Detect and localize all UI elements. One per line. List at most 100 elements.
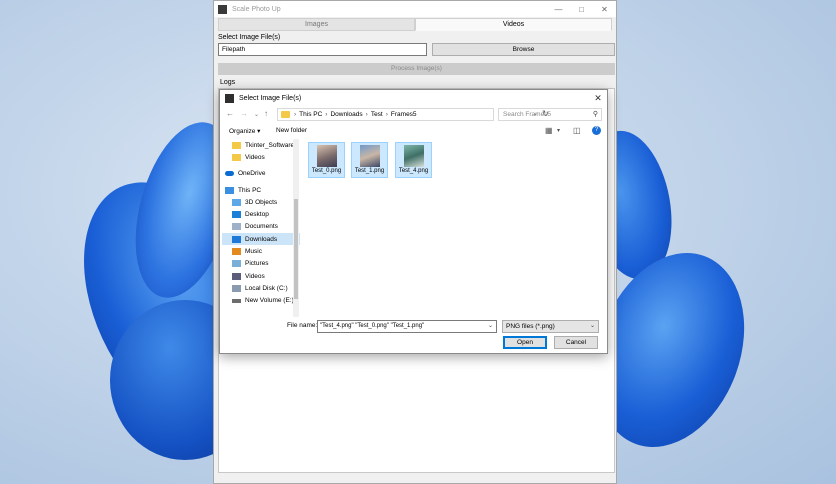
file-name-value: "Test_4.png" "Test_0.png" "Test_1.png" (320, 323, 425, 329)
navigation-bar: ← → ⌄ ↑ › This PC › Downloads › Test › F… (220, 107, 607, 122)
nav-item-label: 3D Objects (245, 198, 278, 206)
breadcrumb-test[interactable]: Test (371, 111, 383, 118)
nav-item-pictures[interactable]: Pictures (222, 258, 300, 270)
nav-item-3d-objects[interactable]: 3D Objects (222, 196, 300, 208)
breadcrumb-separator: › (294, 111, 297, 118)
app-icon (218, 4, 227, 14)
documents-icon (232, 223, 241, 231)
forward-arrow-icon[interactable]: → (240, 109, 248, 118)
select-files-label: Select Image File(s) (218, 34, 281, 41)
search-icon: ⚲ (592, 111, 598, 118)
file-type-select[interactable]: PNG files (*.png) ⌄ (502, 320, 599, 333)
app-title: Scale Photo Up (232, 5, 281, 13)
nav-item-label: Local Disk (C:) (245, 284, 288, 292)
dialog-title: Select Image File(s) (239, 94, 302, 102)
dialog-close-icon[interactable]: ✕ (589, 93, 607, 104)
file-type-value: PNG files (*.png) (506, 323, 555, 330)
organize-button[interactable]: Organize ▾ (229, 127, 260, 135)
drive-icon (232, 298, 241, 303)
app-bottom-strip (214, 475, 616, 484)
nav-item-videos-folder[interactable]: Videos (222, 151, 300, 163)
dialog-titlebar: Select Image File(s) ✕ (220, 90, 607, 106)
app-titlebar: Scale Photo Up — □ ✕ (214, 1, 616, 17)
process-images-button[interactable]: Process Image(s) (218, 63, 615, 75)
navigation-pane: Tkinter_Software Videos OneDrive This PC… (222, 139, 300, 317)
help-icon[interactable]: ? (592, 126, 601, 135)
desktop-icon (232, 211, 241, 219)
nav-item-tkinter-software[interactable]: Tkinter_Software (222, 139, 300, 151)
file-item[interactable]: Test_1.png (351, 142, 388, 178)
view-options-icon[interactable]: ▦ (545, 126, 553, 135)
up-arrow-icon[interactable]: ↑ (264, 109, 268, 118)
disk-icon (232, 284, 241, 292)
nav-item-label: New Volume (E:) (245, 297, 294, 305)
minimize-icon[interactable]: — (547, 5, 570, 14)
nav-item-label: Tkinter_Software (245, 141, 295, 149)
computer-icon (225, 186, 234, 194)
logs-label: Logs (220, 79, 236, 86)
nav-item-this-pc[interactable]: This PC (222, 184, 300, 196)
close-icon[interactable]: ✕ (593, 5, 616, 14)
nav-item-local-disk[interactable]: Local Disk (C:) (222, 282, 300, 294)
search-input[interactable]: Search Frames5 (498, 108, 602, 121)
nav-item-music[interactable]: Music (222, 245, 300, 257)
file-item[interactable]: Test_0.png (308, 142, 345, 178)
address-bar[interactable]: › This PC › Downloads › Test › Frames5 ⌄… (277, 108, 549, 121)
videos-icon (232, 272, 241, 280)
chevron-down-icon[interactable]: ⌄ (590, 321, 595, 332)
nav-item-label: Videos (245, 272, 265, 280)
nav-item-desktop[interactable]: Desktop (222, 208, 300, 220)
breadcrumb-frames5[interactable]: Frames5 (391, 111, 417, 118)
dialog-app-icon (225, 93, 234, 103)
back-arrow-icon[interactable]: ← (226, 109, 234, 118)
maximize-icon[interactable]: □ (570, 5, 593, 14)
nav-item-label: Downloads (245, 235, 278, 243)
nav-item-label: Pictures (245, 260, 269, 268)
file-dialog: Select Image File(s) ✕ ← → ⌄ ↑ › This PC… (219, 89, 608, 354)
music-icon (232, 248, 241, 256)
folder-icon (232, 141, 241, 149)
new-folder-button[interactable]: New folder (276, 127, 307, 134)
nav-item-documents[interactable]: Documents (222, 221, 300, 233)
filepath-input[interactable]: Filepath (218, 43, 427, 56)
nav-item-label: Music (245, 248, 262, 256)
recent-chevron-icon[interactable]: ⌄ (254, 111, 259, 118)
chevron-down-icon[interactable]: ⌄ (488, 321, 493, 332)
nav-scrollbar-thumb[interactable] (294, 199, 298, 299)
browse-button[interactable]: Browse (432, 43, 615, 56)
nav-item-label: Desktop (245, 211, 269, 219)
preview-pane-icon[interactable]: ◫ (573, 126, 581, 135)
nav-item-downloads[interactable]: Downloads (222, 233, 300, 246)
breadcrumb-separator: › (385, 111, 388, 118)
file-name-input[interactable]: "Test_4.png" "Test_0.png" "Test_1.png" ⌄ (317, 320, 497, 333)
app-tabs: Images Videos (218, 18, 612, 31)
organize-label: Organize (229, 128, 256, 135)
file-name-row: File name: "Test_4.png" "Test_0.png" "Te… (220, 320, 607, 334)
file-name: Test_4.png (398, 168, 429, 174)
image-thumbnail (359, 145, 380, 167)
nav-item-onedrive[interactable]: OneDrive (222, 168, 300, 180)
cancel-button[interactable]: Cancel (554, 336, 598, 349)
pictures-icon (232, 260, 241, 268)
tab-images[interactable]: Images (218, 18, 415, 31)
breadcrumb-separator: › (325, 111, 328, 118)
view-dropdown-icon[interactable]: ▾ (557, 127, 560, 134)
file-name-label: File name: (287, 322, 318, 329)
cube-icon (232, 198, 241, 206)
nav-item-new-volume[interactable]: New Volume (E:) (222, 295, 300, 307)
nav-item-label: Videos (245, 153, 265, 161)
breadcrumb-this-pc[interactable]: This PC (299, 111, 322, 118)
image-thumbnail (403, 145, 424, 167)
folder-icon (232, 153, 241, 161)
nav-item-label: This PC (238, 186, 262, 194)
breadcrumb-downloads[interactable]: Downloads (330, 111, 362, 118)
nav-item-label: OneDrive (238, 170, 266, 178)
nav-item-videos-library[interactable]: Videos (222, 270, 300, 282)
file-item[interactable]: Test_4.png (395, 142, 432, 178)
tab-videos[interactable]: Videos (415, 18, 612, 31)
download-icon (232, 235, 241, 243)
nav-item-label: Documents (245, 223, 278, 231)
cloud-icon (225, 171, 234, 177)
open-button[interactable]: Open (503, 336, 547, 349)
nav-pane-scrollbar[interactable] (293, 139, 299, 317)
